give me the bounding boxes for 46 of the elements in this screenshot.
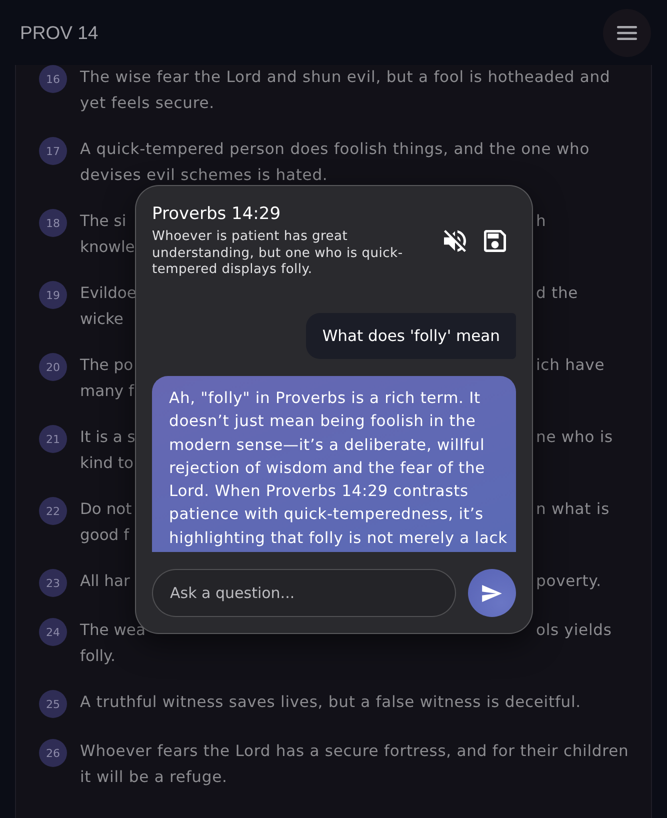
verse-text: knowle — [80, 236, 135, 258]
verse-number: 26 — [39, 739, 67, 767]
verse-text: All har — [80, 571, 130, 592]
verse-text: The wise fear the Lord and shun evil, but a fool is hotheaded and yet feels secure. — [80, 67, 612, 114]
verse-text: The po — [80, 355, 134, 376]
verse-text: ne who is — [536, 427, 613, 448]
chapter-title: PROV 14 — [20, 22, 98, 44]
speaker-muted-icon[interactable] — [444, 230, 466, 252]
verse-text: poverty. — [536, 571, 602, 592]
save-icon[interactable] — [484, 230, 506, 252]
verse-quote: Whoever is patient has great understanding, but one who is quick-tempered displays folly. — [152, 229, 404, 278]
verse-number: 24 — [39, 618, 67, 646]
verse-text: Do not — [80, 499, 132, 520]
verse-text: d the — [536, 283, 578, 304]
verse-number: 18 — [39, 209, 67, 237]
verse-text: Whoever fears the Lord has a secure fortress, and for their children it will be a refuge. — [80, 741, 630, 788]
verse-text: wicke — [80, 308, 124, 330]
dialog-title: Proverbs 14:29 — [152, 203, 282, 225]
verse-number: 22 — [39, 497, 67, 525]
verse-text: folly. — [80, 646, 116, 666]
verse-number: 23 — [39, 569, 67, 597]
verse-text: ols yields — [536, 620, 612, 641]
verse-number: 21 — [39, 425, 67, 453]
verse-text: A quick-tempered person does foolish things, and the one who devises evil schemes is hated. — [80, 139, 591, 186]
verse-text: n what is — [536, 499, 610, 520]
verse-text: A truthful witness saves lives, but a false witness is deceitful. — [80, 692, 582, 713]
verse-text: many f — [80, 380, 134, 402]
verse-number: 16 — [39, 65, 67, 93]
verse-number: 20 — [39, 353, 67, 381]
verse-text: The si — [80, 211, 126, 232]
verse-text: kind to — [80, 452, 134, 474]
assistant-message: Ah, "folly" in Proverbs is a rich term. It doesn’t just mean being foolish in the modern sense—it’s a deliberate, willful rejection of wisdom and the fear of the Lord. When Proverbs 14:29 contrasts patience with quick-temperedness, it’s highlighting that folly is not merely a lack — [152, 376, 516, 552]
verse-number: 17 — [39, 137, 67, 165]
verse-text: It is a s — [80, 427, 136, 448]
verse-number: 25 — [39, 690, 67, 718]
verse-text: The wea — [80, 620, 146, 641]
user-message: What does 'folly' mean — [306, 313, 516, 359]
verse-text: ich have — [536, 355, 605, 376]
verse-number: 19 — [39, 281, 67, 309]
verse-text: Evildoe — [80, 283, 136, 304]
send-icon — [482, 584, 502, 602]
send-button[interactable] — [468, 569, 516, 617]
menu-button[interactable] — [603, 8, 651, 56]
verse-text: h — [536, 211, 546, 232]
menu-icon — [617, 26, 637, 40]
verse-text: good f — [80, 524, 130, 546]
